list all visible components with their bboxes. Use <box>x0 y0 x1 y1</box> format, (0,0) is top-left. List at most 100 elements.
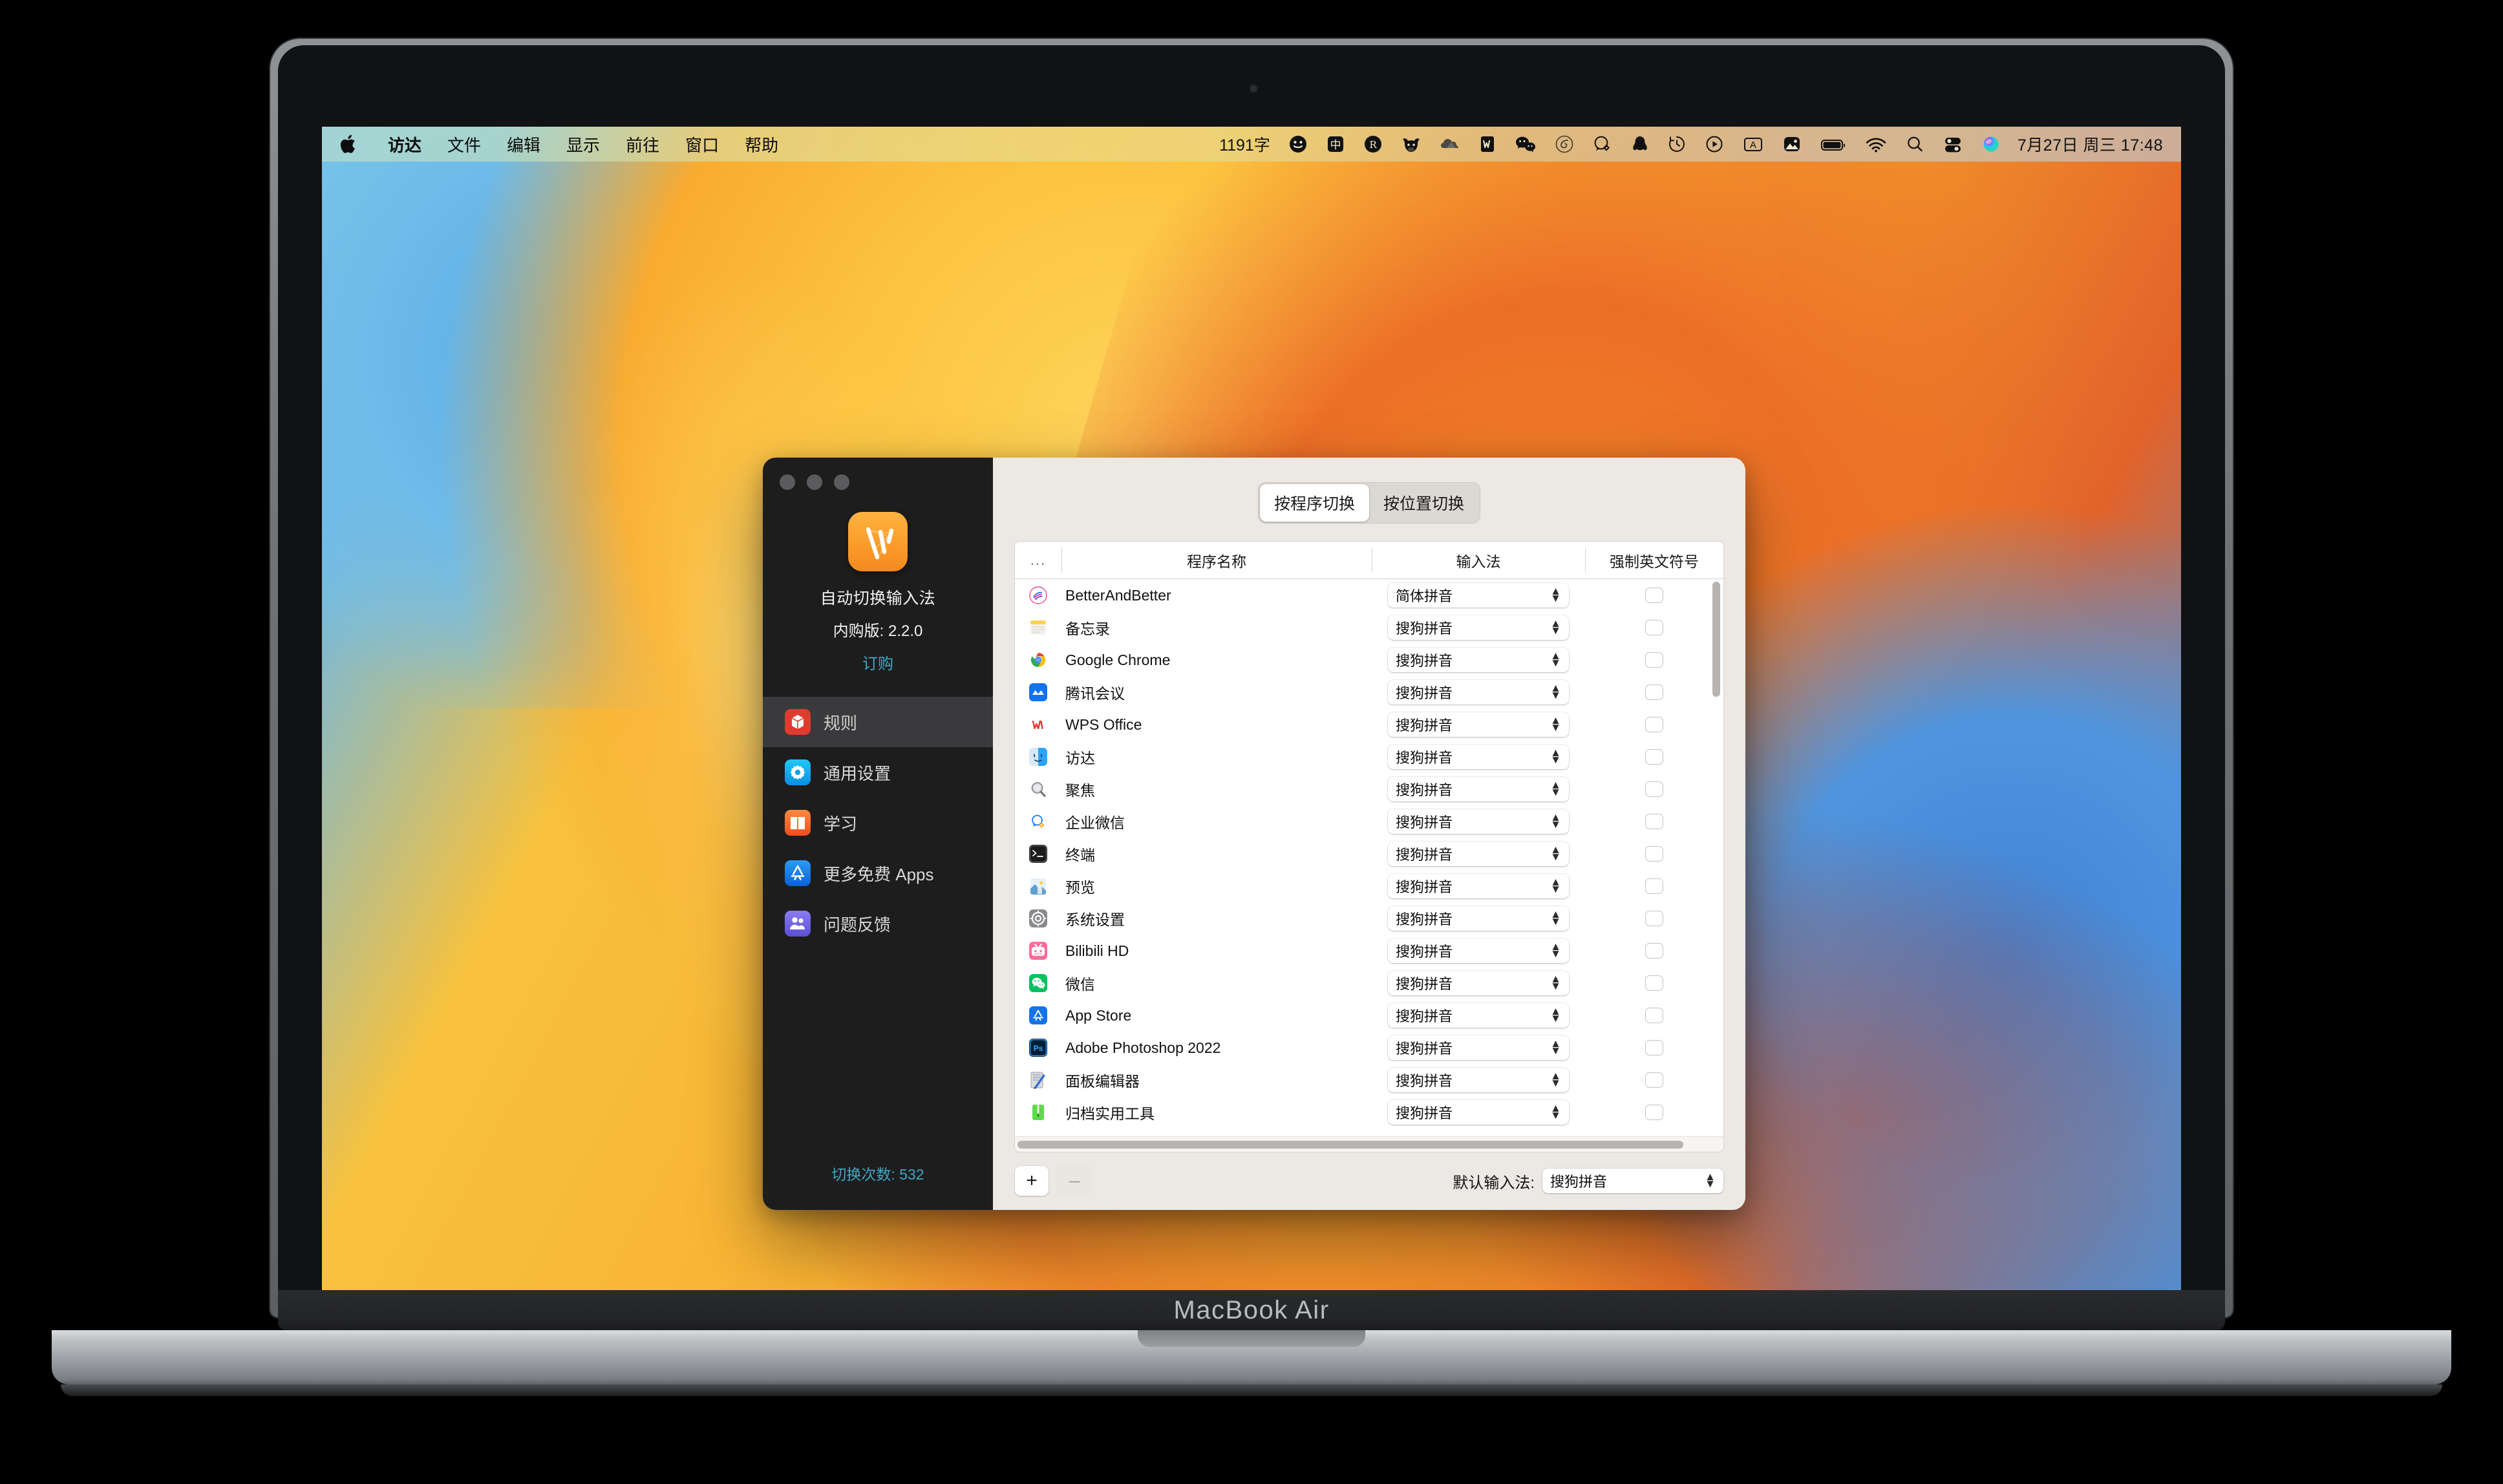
force-english-checkbox[interactable] <box>1646 814 1663 829</box>
apple-logo-icon[interactable] <box>339 133 358 155</box>
tab-switch-by-app[interactable]: 按程序切换 <box>1259 484 1369 522</box>
input-method-select[interactable]: 搜狗拼音 ▲ ▼ <box>1388 648 1569 672</box>
input-method-select[interactable]: 搜狗拼音 ▲ ▼ <box>1388 745 1569 769</box>
chinese-input-icon[interactable]: 中 <box>1317 127 1354 162</box>
input-method-select[interactable]: 搜狗拼音 ▲ ▼ <box>1388 1035 1569 1060</box>
force-english-checkbox[interactable] <box>1646 653 1663 667</box>
ox-head-icon[interactable] <box>1392 127 1431 162</box>
table-row[interactable]: 备忘录 搜狗拼音 ▲ ▼ <box>1015 611 1723 644</box>
menu-item-window[interactable]: 窗口 <box>672 132 732 156</box>
input-method-select[interactable]: 搜狗拼音 ▲ ▼ <box>1388 1100 1569 1125</box>
force-english-checkbox[interactable] <box>1646 782 1663 796</box>
sidebar-item-learning[interactable]: 学习 <box>763 798 993 848</box>
table-row[interactable]: WPS Office 搜狗拼音 ▲ ▼ <box>1015 708 1723 741</box>
photos-icon[interactable] <box>1773 127 1811 162</box>
table-row[interactable]: 系统设置 搜狗拼音 ▲ ▼ <box>1015 902 1723 935</box>
sidebar-item-rules[interactable]: 规则 <box>763 697 993 747</box>
vertical-scrollbar-thumb[interactable] <box>1712 582 1720 697</box>
menu-item-view[interactable]: 显示 <box>553 132 613 156</box>
close-button[interactable] <box>780 474 795 490</box>
purchase-link[interactable]: 订购 <box>763 651 993 673</box>
qq-penguin-icon[interactable] <box>1622 127 1658 162</box>
force-english-checkbox[interactable] <box>1646 717 1663 732</box>
table-row[interactable]: Google Chrome 搜狗拼音 ▲ ▼ <box>1015 644 1723 676</box>
input-method-select[interactable]: 搜狗拼音 ▲ ▼ <box>1388 615 1569 640</box>
sidebar-item-general-settings[interactable]: 通用设置 <box>763 747 993 798</box>
force-english-checkbox[interactable] <box>1646 588 1663 602</box>
add-rule-button[interactable]: + <box>1015 1166 1049 1196</box>
menu-item-edit[interactable]: 编辑 <box>494 132 553 156</box>
word-count-status[interactable]: 1191字 <box>1210 127 1279 162</box>
smiley-face-icon[interactable] <box>1279 127 1317 162</box>
table-row[interactable]: App Store 搜狗拼音 ▲ ▼ <box>1015 999 1723 1032</box>
input-method-select[interactable]: 搜狗拼音 ▲ ▼ <box>1388 809 1569 834</box>
control-center-icon[interactable] <box>1933 127 1972 162</box>
column-header-input-method[interactable]: 输入法 <box>1372 542 1585 578</box>
zoom-button[interactable] <box>834 474 849 490</box>
table-row[interactable]: 企业微信 搜狗拼音 ▲ ▼ <box>1015 805 1723 838</box>
search-icon[interactable] <box>1896 127 1933 162</box>
force-english-checkbox[interactable] <box>1646 1041 1663 1055</box>
force-english-checkbox[interactable] <box>1646 847 1663 861</box>
table-row[interactable]: bilibili Bilibili HD 搜狗拼音 ▲ ▼ <box>1015 935 1723 967</box>
force-english-checkbox[interactable] <box>1646 1073 1663 1087</box>
force-english-checkbox[interactable] <box>1646 620 1663 635</box>
input-method-select[interactable]: 搜狗拼音 ▲ ▼ <box>1388 777 1569 801</box>
table-row[interactable]: 微信 搜狗拼音 ▲ ▼ <box>1015 967 1723 999</box>
table-row[interactable]: 面板编辑器 搜狗拼音 ▲ ▼ <box>1015 1064 1723 1096</box>
table-row[interactable]: 预览 搜狗拼音 ▲ ▼ <box>1015 870 1723 902</box>
battery-icon[interactable] <box>1811 127 1856 162</box>
siri-icon[interactable] <box>1972 127 2010 162</box>
vertical-scrollbar[interactable] <box>1712 582 1720 931</box>
input-method-select[interactable]: 搜狗拼音 ▲ ▼ <box>1388 680 1569 705</box>
input-method-select[interactable]: 搜狗拼音 ▲ ▼ <box>1388 1068 1569 1092</box>
input-method-select[interactable]: 简体拼音 ▲ ▼ <box>1388 583 1569 608</box>
menu-item-finder[interactable]: 访达 <box>375 132 434 156</box>
menu-item-file[interactable]: 文件 <box>434 132 494 156</box>
play-circle-icon[interactable] <box>1696 127 1733 162</box>
force-english-checkbox[interactable] <box>1646 944 1663 958</box>
wifi-icon[interactable] <box>1856 127 1896 162</box>
wecom-icon[interactable] <box>1583 127 1622 162</box>
sidebar-item-more-apps[interactable]: 更多免费 Apps <box>763 848 993 898</box>
horizontal-scrollbar[interactable] <box>1015 1136 1723 1152</box>
tab-switch-by-position[interactable]: 按位置切换 <box>1369 484 1478 522</box>
menu-item-help[interactable]: 帮助 <box>732 132 791 156</box>
menu-bar-clock[interactable]: 7月27日 周三 17:48 <box>2010 132 2163 156</box>
wps-icon[interactable] <box>1469 127 1506 162</box>
column-header-options[interactable]: ... <box>1015 542 1061 578</box>
remove-rule-button[interactable]: – <box>1058 1166 1091 1196</box>
spiral-icon[interactable] <box>1546 127 1583 162</box>
table-row[interactable]: 腾讯会议 搜狗拼音 ▲ ▼ <box>1015 676 1723 708</box>
input-method-select[interactable]: 搜狗拼音 ▲ ▼ <box>1388 971 1569 995</box>
rime-badge-icon[interactable]: R <box>1354 127 1392 162</box>
force-english-checkbox[interactable] <box>1646 685 1663 699</box>
time-machine-icon[interactable] <box>1658 127 1696 162</box>
column-header-app-name[interactable]: 程序名称 <box>1061 542 1372 578</box>
wechat-icon[interactable] <box>1506 127 1546 162</box>
force-english-checkbox[interactable] <box>1646 879 1663 893</box>
input-method-select[interactable]: 搜狗拼音 ▲ ▼ <box>1388 938 1569 963</box>
force-english-checkbox[interactable] <box>1646 1105 1663 1119</box>
menu-item-go[interactable]: 前往 <box>613 132 672 156</box>
sidebar-item-feedback[interactable]: 问题反馈 <box>763 898 993 949</box>
table-row[interactable]: 终端 搜狗拼音 ▲ ▼ <box>1015 838 1723 870</box>
table-row[interactable]: BetterAndBetter 简体拼音 ▲ ▼ <box>1015 579 1723 611</box>
table-row[interactable]: 归档实用工具 搜狗拼音 ▲ ▼ <box>1015 1096 1723 1129</box>
input-method-select[interactable]: 搜狗拼音 ▲ ▼ <box>1388 842 1569 866</box>
table-row[interactable]: 聚焦 搜狗拼音 ▲ ▼ <box>1015 773 1723 805</box>
table-row[interactable]: 访达 搜狗拼音 ▲ ▼ <box>1015 741 1723 773</box>
cloud-icon[interactable] <box>1431 127 1469 162</box>
force-english-checkbox[interactable] <box>1646 976 1663 990</box>
column-header-force-english[interactable]: 强制英文符号 <box>1585 542 1723 578</box>
input-method-select[interactable]: 搜狗拼音 ▲ ▼ <box>1388 1003 1569 1028</box>
force-english-checkbox[interactable] <box>1646 911 1663 926</box>
force-english-checkbox[interactable] <box>1646 1008 1663 1023</box>
keyboard-a-icon[interactable]: A <box>1733 127 1773 162</box>
table-row[interactable]: Ps Adobe Photoshop 2022 搜狗拼音 ▲ ▼ <box>1015 1032 1723 1064</box>
horizontal-scrollbar-thumb[interactable] <box>1017 1140 1684 1149</box>
input-method-select[interactable]: 搜狗拼音 ▲ ▼ <box>1388 906 1569 931</box>
input-method-select[interactable]: 搜狗拼音 ▲ ▼ <box>1388 874 1569 898</box>
force-english-checkbox[interactable] <box>1646 750 1663 764</box>
minimize-button[interactable] <box>807 474 822 490</box>
